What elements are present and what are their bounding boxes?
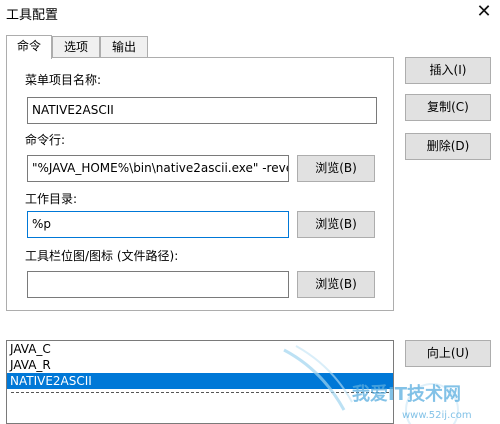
window-title: 工具配置	[6, 8, 59, 23]
tab-options[interactable]: 选项	[52, 36, 100, 58]
menu-name-label: 菜单项目名称:	[25, 73, 102, 87]
delete-button[interactable]: 删除(D)	[405, 133, 491, 160]
working-dir-field[interactable]: %p	[27, 211, 289, 238]
watermark-subtext: www.52ij.com	[402, 410, 472, 421]
working-dir-browse-button[interactable]: 浏览(B)	[297, 211, 375, 238]
command-line-label: 命令行:	[25, 133, 66, 147]
tab-command[interactable]: 命令	[6, 35, 52, 59]
insert-button[interactable]: 插入(I)	[405, 57, 491, 84]
working-dir-label: 工作目录:	[25, 192, 78, 206]
close-icon[interactable]: ✕	[472, 1, 496, 23]
toolbar-icon-field[interactable]	[27, 271, 289, 298]
menu-name-field[interactable]: NATIVE2ASCII	[27, 97, 377, 124]
toolbar-icon-browse-button[interactable]: 浏览(B)	[297, 271, 375, 298]
tab-output[interactable]: 输出	[100, 36, 148, 58]
list-item-java-c[interactable]: JAVA_C	[7, 341, 393, 357]
list-item-java-r[interactable]: JAVA_R	[7, 357, 393, 373]
list-item-native2ascii[interactable]: NATIVE2ASCII	[7, 373, 393, 389]
command-line-field[interactable]: "%JAVA_HOME%\bin\native2ascii.exe" -reve…	[27, 155, 289, 182]
move-up-button[interactable]: 向上(U)	[405, 340, 491, 367]
toolbar-icon-label: 工具栏位图/图标 (文件路径):	[25, 249, 179, 263]
command-browse-button[interactable]: 浏览(B)	[297, 155, 375, 182]
copy-button[interactable]: 复制(C)	[405, 94, 491, 121]
list-separator	[11, 392, 389, 393]
tool-list[interactable]: JAVA_C JAVA_R NATIVE2ASCII	[6, 340, 394, 424]
command-panel: 菜单项目名称: NATIVE2ASCII 命令行: "%JAVA_HOME%\b…	[6, 57, 394, 311]
